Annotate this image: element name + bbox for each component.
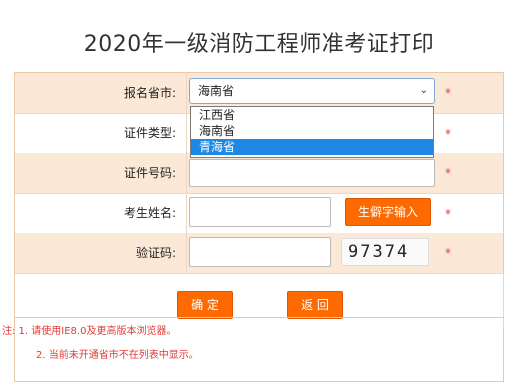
province-dropdown[interactable]: 江西省 海南省 青海省 — [190, 106, 434, 158]
row-id-number: 证件号码: * — [15, 153, 503, 194]
required-mark: * — [445, 86, 451, 100]
chevron-down-icon: ⌄ — [419, 85, 428, 96]
buttons-row: 确 定 返 回 — [15, 273, 504, 327]
divider — [14, 317, 504, 318]
id-number-input[interactable] — [189, 159, 435, 187]
province-select[interactable]: 海南省 ⌄ — [189, 78, 435, 104]
back-button[interactable]: 返 回 — [287, 291, 343, 319]
required-mark: * — [445, 246, 451, 260]
name-label: 考生姓名: — [15, 193, 187, 233]
province-label: 报名省市: — [15, 73, 187, 113]
dropdown-option-selected[interactable]: 青海省 — [191, 139, 433, 155]
confirm-button[interactable]: 确 定 — [177, 291, 233, 319]
note-line-1: 注: 1. 请使用IE8.0及更高版本浏览器。 — [2, 326, 177, 337]
required-mark: * — [445, 207, 451, 221]
name-input[interactable] — [189, 197, 331, 227]
id-type-label: 证件类型: — [15, 113, 187, 153]
required-mark: * — [445, 166, 451, 180]
row-name: 考生姓名: 生僻字输入 * — [15, 193, 503, 234]
captcha-input[interactable] — [189, 237, 331, 267]
note-line-2: 2. 当前未开通省市不在列表中显示。 — [36, 350, 199, 361]
page-title: 2020年一级消防工程师准考证打印 — [83, 32, 435, 57]
row-captcha: 验证码: 97374 * — [15, 233, 503, 274]
province-value: 海南省 — [198, 84, 235, 98]
rare-char-button[interactable]: 生僻字输入 — [345, 198, 431, 226]
required-mark: * — [445, 127, 451, 141]
id-number-label: 证件号码: — [15, 153, 187, 193]
dropdown-option[interactable]: 江西省 — [191, 107, 433, 123]
captcha-image[interactable]: 97374 — [341, 238, 429, 266]
captcha-label: 验证码: — [15, 233, 187, 273]
dropdown-option[interactable]: 海南省 — [191, 123, 433, 139]
